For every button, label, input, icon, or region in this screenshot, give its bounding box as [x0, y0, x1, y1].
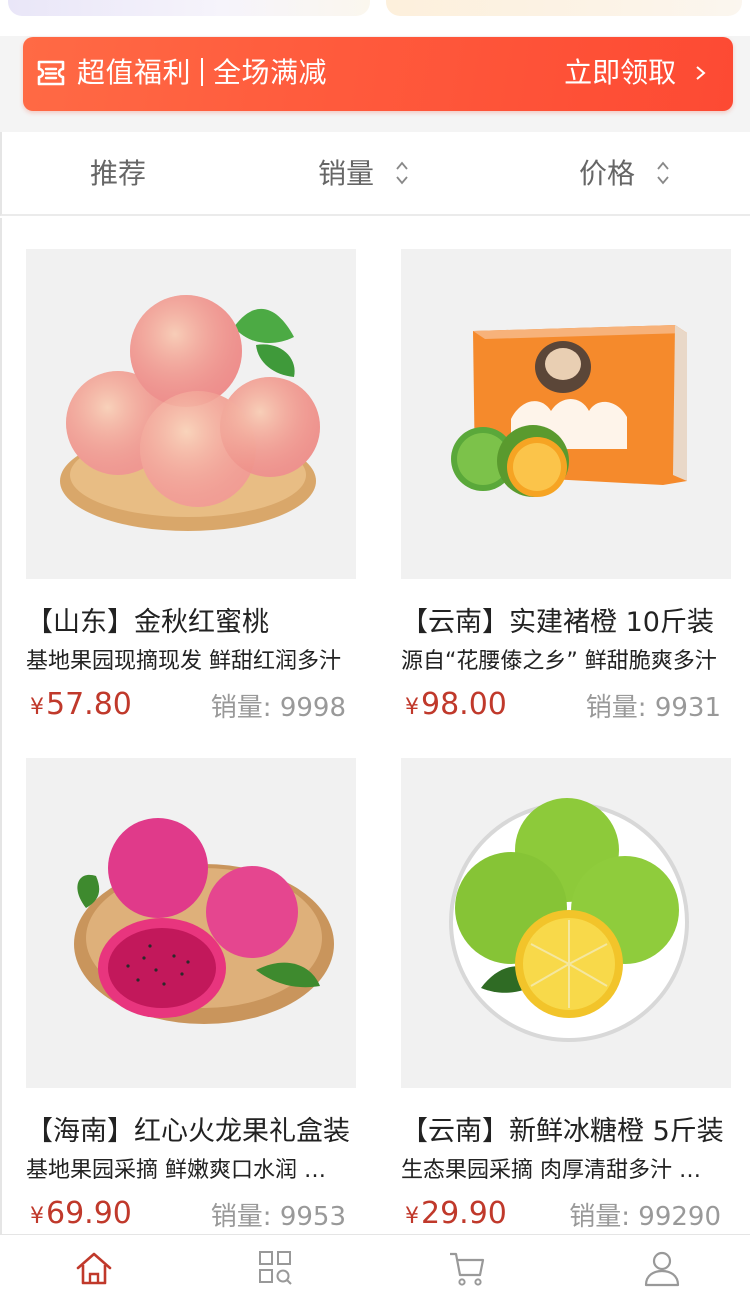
sales-count: 销量: 9998	[211, 691, 346, 725]
product-title: 【山东】金秋红蜜桃	[26, 607, 269, 638]
promo-banner[interactable]: 超值福利 全场满减 立即领取	[23, 37, 733, 111]
product-price: ¥57.80	[30, 687, 132, 722]
coupon-icon	[37, 60, 65, 86]
product-price: ¥98.00	[405, 687, 507, 722]
currency-symbol: ¥	[405, 1204, 419, 1229]
claim-button[interactable]: 立即领取	[564, 55, 707, 91]
sales-value: 9953	[279, 1202, 346, 1232]
sales-label: 销量:	[585, 693, 647, 723]
sales-value: 9998	[279, 693, 346, 723]
top-card-left[interactable]	[8, 0, 370, 16]
sort-recommend[interactable]: 推荐	[90, 156, 146, 192]
bottom-tab-bar	[0, 1234, 750, 1294]
sales-count: 销量: 9953	[211, 1200, 346, 1234]
product-title: 【云南】新鲜冰糖橙 5斤装	[401, 1116, 724, 1147]
peach-image	[60, 295, 320, 531]
user-icon[interactable]	[642, 1249, 682, 1289]
sort-bar: 推荐 销量 价格	[0, 132, 750, 216]
product-image-dragon-fruit[interactable]	[26, 758, 356, 1088]
promo-title: 超值福利 全场满减	[77, 55, 327, 91]
product-desc: 生态果园采摘 肉厚清甜多汁 皮薄	[401, 1158, 721, 1183]
product-desc: 源自“花腰傣之乡” 鲜甜脆爽多汁	[401, 649, 717, 674]
product-title: 【云南】实建褚橙 10斤装	[401, 607, 714, 638]
sort-recommend-label: 推荐	[90, 157, 147, 190]
product-card[interactable]: 【云南】新鲜冰糖橙 5斤装 生态果园采摘 肉厚清甜多汁 皮薄 ¥29.90 销量…	[401, 758, 731, 1232]
product-image-peach[interactable]	[26, 249, 356, 579]
sales-count: 销量: 9931	[586, 691, 721, 725]
product-desc: 基地果园采摘 鲜嫩爽口水润 香甜	[26, 1158, 346, 1183]
top-card-right[interactable]	[386, 0, 742, 16]
promo-right-label: 全场满减	[213, 56, 328, 89]
sort-price[interactable]: 价格	[579, 156, 670, 192]
price-value: 69.90	[46, 1196, 132, 1231]
product-card[interactable]: 【山东】金秋红蜜桃 基地果园现摘现发 鲜甜红润多汁 ¥57.80 销量: 999…	[26, 249, 356, 723]
sales-label: 销量:	[210, 1202, 272, 1232]
sort-sales[interactable]: 销量	[318, 156, 409, 192]
product-price: ¥69.90	[30, 1196, 132, 1231]
currency-symbol: ¥	[405, 695, 419, 720]
product-grid: 【山东】金秋红蜜桃 基地果园现摘现发 鲜甜红润多汁 ¥57.80 销量: 999…	[0, 218, 750, 1234]
currency-symbol: ¥	[30, 695, 44, 720]
price-value: 57.80	[46, 687, 132, 722]
price-value: 98.00	[421, 687, 507, 722]
product-price: ¥29.90	[405, 1196, 507, 1231]
home-icon[interactable]	[74, 1249, 114, 1289]
sales-label: 销量:	[569, 1202, 631, 1232]
claim-button-label: 立即领取	[564, 56, 677, 89]
product-card[interactable]: 【海南】红心火龙果礼盒装 基地果园采摘 鲜嫩爽口水润 香甜 ¥69.90 销量:…	[26, 758, 356, 1232]
product-desc: 基地果园现摘现发 鲜甜红润多汁	[26, 649, 341, 674]
product-image-green-orange[interactable]	[401, 758, 731, 1088]
product-card[interactable]: 【云南】实建褚橙 10斤装 源自“花腰傣之乡” 鲜甜脆爽多汁 ¥98.00 销量…	[401, 249, 731, 723]
green-orange-image	[449, 798, 689, 1042]
promo-divider	[201, 58, 204, 86]
sales-value: 99290	[638, 1202, 721, 1232]
cart-icon[interactable]	[447, 1249, 487, 1289]
category-search-icon[interactable]	[255, 1249, 295, 1289]
currency-symbol: ¥	[30, 1204, 44, 1229]
sort-sales-label: 销量	[318, 157, 375, 190]
product-title: 【海南】红心火龙果礼盒装	[26, 1116, 350, 1147]
sort-price-label: 价格	[579, 157, 636, 190]
sort-updown-icon	[657, 161, 669, 185]
chevron-right-icon	[696, 66, 706, 80]
orange-box-image	[451, 325, 687, 497]
dragon-fruit-image	[74, 818, 334, 1024]
product-image-orange-box[interactable]	[401, 249, 731, 579]
sales-label: 销量:	[210, 693, 272, 723]
promo-left-label: 超值福利	[77, 56, 192, 89]
sales-value: 9931	[654, 693, 721, 723]
sort-updown-icon	[396, 161, 408, 185]
sales-count: 销量: 99290	[569, 1200, 721, 1234]
top-banner-strip	[0, 0, 750, 36]
price-value: 29.90	[421, 1196, 507, 1231]
